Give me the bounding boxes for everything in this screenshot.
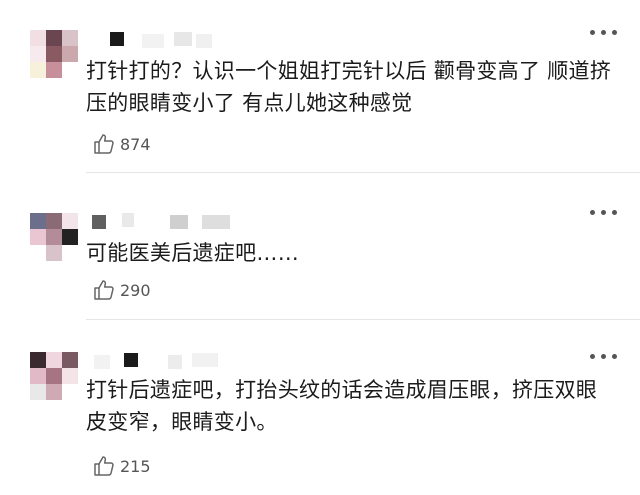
comment-text: 打针后遗症吧，打抬头纹的话会造成眉压眼，挤压双眼皮变窄，眼睛变小。 (86, 378, 598, 434)
like-button[interactable]: 874 (92, 132, 151, 156)
like-count: 874 (120, 134, 151, 154)
more-dots-icon[interactable] (590, 28, 618, 38)
more-dots-icon[interactable] (590, 352, 618, 362)
thumbs-up-icon (94, 134, 114, 154)
like-count: 290 (120, 280, 151, 300)
avatar[interactable] (30, 30, 78, 78)
thumbs-up-icon (94, 456, 114, 476)
comment-item: 打针后遗症吧，打抬头纹的话会造成眉压眼，挤压双眼皮变窄，眼睛变小。 215 (0, 320, 640, 495)
avatar[interactable] (30, 352, 78, 400)
like-button[interactable]: 290 (92, 278, 151, 302)
avatar[interactable] (30, 213, 78, 261)
username-blurred[interactable] (92, 353, 232, 369)
comment-text: 可能医美后遗症吧…… (86, 241, 299, 265)
username-blurred[interactable] (92, 213, 252, 229)
comment-text: 打针打的？认识一个姐姐打完针以后 颧骨变高了 顺道挤压的眼睛变小了 有点儿她这种… (86, 59, 612, 115)
comment-item: 可能医美后遗症吧…… 290 (0, 173, 640, 319)
thumbs-up-icon (94, 280, 114, 300)
like-button[interactable]: 215 (92, 454, 151, 478)
more-dots-icon[interactable] (590, 208, 618, 218)
like-count: 215 (120, 456, 151, 476)
username-blurred[interactable] (92, 32, 232, 48)
comment-item: 打针打的？认识一个姐姐打完针以后 颧骨变高了 顺道挤压的眼睛变小了 有点儿她这种… (0, 0, 640, 172)
